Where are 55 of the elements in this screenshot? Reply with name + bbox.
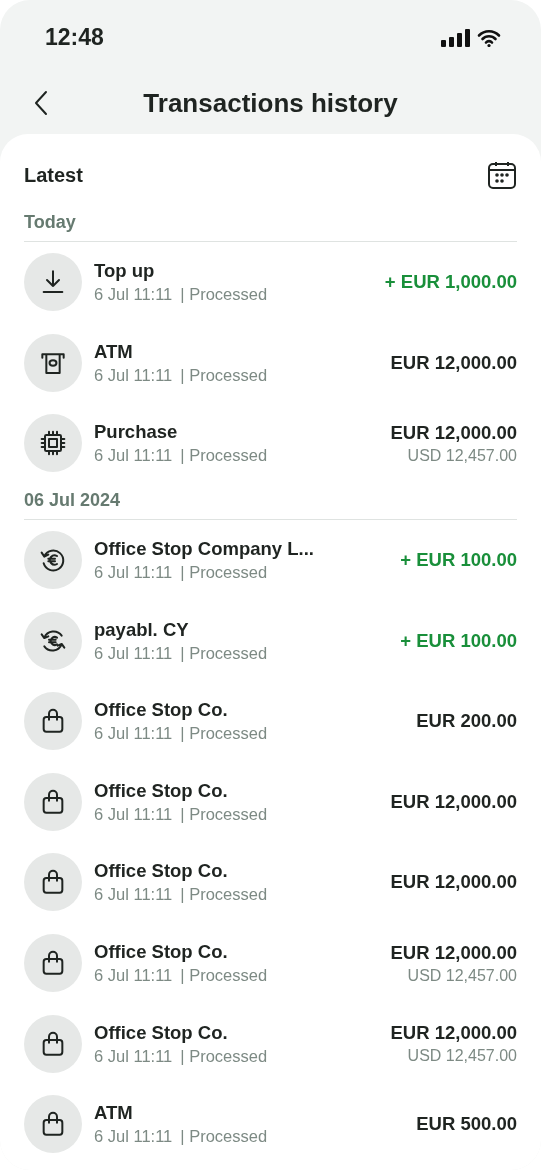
transaction-title[interactable]: Office Stop Company L... (94, 538, 389, 561)
transaction-date: 6 Jul 11:11 (94, 1127, 173, 1147)
transaction-title[interactable]: Office Stop Co. (94, 699, 405, 722)
date-group-label: Today (24, 206, 517, 242)
transaction-status: | Processed (180, 885, 268, 905)
transaction-status: | Processed (180, 724, 268, 744)
transaction-amount: EUR 12,000.00 (390, 790, 517, 813)
date-group-label: 06 Jul 2024 (24, 483, 517, 520)
transaction-date: 6 Jul 11:11 (94, 885, 173, 905)
signal-icon (441, 28, 471, 47)
transaction-title[interactable]: Office Stop Co. (94, 779, 379, 802)
transaction-date: 6 Jul 11:11 (94, 285, 173, 305)
page-title: Transactions history (143, 88, 398, 119)
transaction-date: 6 Jul 11:11 (94, 643, 173, 663)
transaction-status: | Processed (180, 365, 268, 385)
transaction-title[interactable]: Purchase (94, 421, 379, 444)
transaction-amount: EUR 12,000.00 (390, 351, 517, 374)
transaction-date: 6 Jul 11:11 (94, 1046, 173, 1066)
transaction-amount: EUR 500.00 (416, 1113, 517, 1136)
transaction-title[interactable]: payabl. CY (94, 618, 389, 641)
transaction-date: 6 Jul 11:11 (94, 365, 173, 385)
transaction-amount: EUR 12,000.00 (390, 422, 517, 444)
transaction-date: 6 Jul 11:11 (94, 724, 173, 744)
transaction-title[interactable]: Office Stop Co. (94, 941, 379, 964)
transaction-status: | Processed (180, 1127, 268, 1147)
transaction-status: | Processed (180, 966, 268, 986)
transaction-amount: EUR 200.00 (416, 710, 517, 733)
transaction-title[interactable]: ATM (94, 1102, 405, 1125)
transaction-status: | Processed (180, 1046, 268, 1066)
transaction-status: | Processed (180, 804, 268, 824)
transaction-title[interactable]: Office Stop Co. (94, 1021, 379, 1044)
converted-amount: USD 12,457.00 (407, 1047, 517, 1066)
calendar-icon[interactable] (487, 160, 517, 190)
transaction-amount: EUR 12,000.00 (390, 871, 517, 894)
converted-amount: USD 12,457.00 (407, 447, 517, 465)
transaction-date: 6 Jul 11:11 (94, 446, 173, 466)
transaction-amount: + EUR 1,000.00 (384, 271, 517, 294)
transaction-title[interactable]: ATM (94, 340, 379, 363)
transaction-status: | Processed (180, 446, 268, 466)
transaction-amount: + EUR 100.00 (400, 629, 517, 652)
transaction-amount: EUR 12,000.00 (390, 1022, 517, 1045)
transaction-date: 6 Jul 11:11 (94, 804, 173, 824)
transaction-amount: EUR 12,000.00 (390, 941, 517, 964)
transaction-status: | Processed (180, 563, 268, 583)
transaction-amount: + EUR 100.00 (400, 549, 517, 572)
transaction-date: 6 Jul 11:11 (94, 563, 173, 583)
transaction-status: | Processed (180, 643, 268, 663)
transaction-title[interactable]: Office Stop Co. (94, 860, 379, 883)
transaction-title[interactable]: Top up (94, 260, 373, 283)
transaction-date: 6 Jul 11:11 (94, 966, 173, 986)
wifi-icon (477, 28, 501, 47)
status-time: 12:48 (45, 24, 104, 51)
section-title: Latest (24, 163, 83, 187)
transaction-status: | Processed (180, 285, 268, 305)
converted-amount: USD 12,457.00 (407, 966, 517, 985)
